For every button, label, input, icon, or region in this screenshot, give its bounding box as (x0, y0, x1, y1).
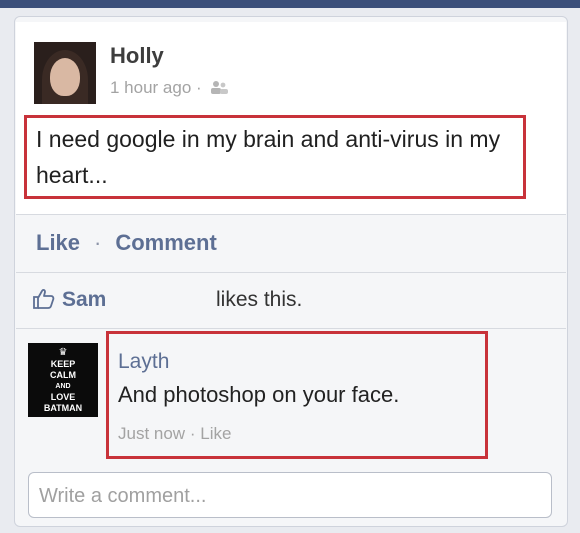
avatar-text-line: LOVE (50, 392, 76, 402)
comment-input[interactable] (37, 481, 541, 511)
avatar-face (50, 58, 80, 96)
divider (16, 272, 566, 273)
divider (16, 328, 566, 329)
comment-meta-separator: · (189, 424, 196, 443)
comment-button[interactable]: Comment (115, 230, 216, 255)
actions-separator: · (94, 230, 102, 255)
likes-suffix: likes this. (216, 288, 303, 311)
likes-row: Sam likes this. (32, 286, 552, 316)
post-meta: 1 hour ago · (110, 78, 229, 98)
comment-text: And photoshop on your face. (118, 382, 400, 407)
post-author[interactable]: Holly (110, 43, 164, 69)
crown-icon: ♛ (58, 347, 68, 358)
post-time[interactable]: 1 hour ago (110, 78, 191, 97)
avatar-text-line: KEEP (50, 359, 76, 369)
top-bar (0, 0, 580, 8)
avatar-text-line: CALM (50, 370, 76, 380)
avatar-text-line: AND (55, 383, 71, 390)
comment-composer[interactable] (28, 472, 552, 518)
like-button[interactable]: Like (36, 230, 80, 255)
divider (16, 214, 566, 215)
avatar[interactable] (34, 42, 96, 104)
comment-like-link[interactable]: Like (200, 424, 231, 443)
liker-name[interactable]: Sam (62, 288, 106, 312)
friends-icon (211, 81, 229, 94)
post-text: I need google in my brain and anti-virus… (36, 126, 501, 188)
thumbs-up-icon (33, 289, 55, 309)
comment-meta: Just now · Like (118, 424, 231, 444)
meta-separator: · (196, 78, 202, 97)
commenter-avatar[interactable]: ♛ KEEP CALM AND LOVE BATMAN (28, 343, 98, 417)
avatar-text-line: BATMAN (43, 403, 83, 413)
comment-author[interactable]: Layth (118, 350, 169, 374)
post-actions: Like · Comment (36, 230, 217, 256)
comment-time[interactable]: Just now (118, 424, 185, 443)
